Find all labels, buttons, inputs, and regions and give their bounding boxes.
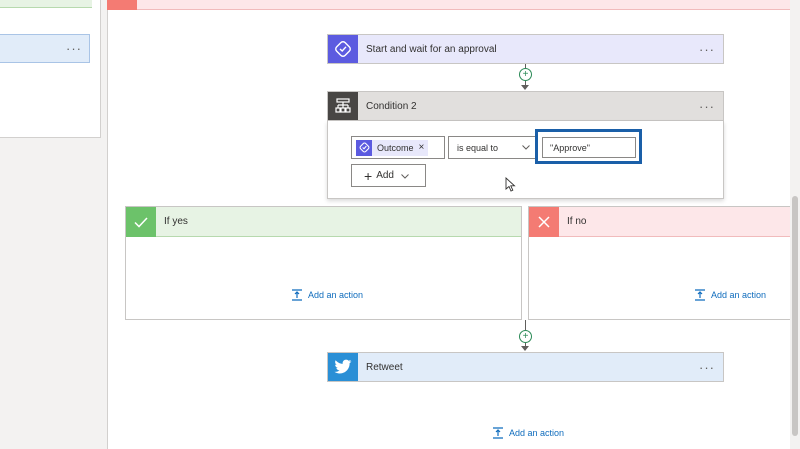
arrow-down-icon [521,346,529,351]
add-action-icon [292,289,302,301]
condition-operand-field[interactable]: Outcome × [351,136,445,159]
arrow-down-icon [521,85,529,90]
scrollbar-thumb[interactable] [792,196,798,436]
add-action-label: Add an action [509,428,565,438]
remove-token-icon[interactable]: × [419,142,425,153]
close-branch-icon [107,0,137,10]
add-condition-button[interactable]: + Add [351,164,426,187]
add-button-label: Add [376,170,394,181]
condition-card-header[interactable]: Condition 2 ··· [327,91,724,121]
more-options-icon[interactable]: ··· [699,361,715,374]
add-action-link[interactable]: Add an action [694,289,766,301]
condition-card-body [327,121,724,199]
if-no-title: If no [567,216,587,227]
add-action-link[interactable]: Add an action [291,289,363,301]
more-options-icon[interactable]: ··· [699,43,715,56]
approval-action-title: Start and wait for an approval [366,43,497,55]
approval-action-card[interactable]: Start and wait for an approval ··· [327,34,724,64]
add-action-label: Add an action [308,290,364,300]
close-icon [529,206,559,237]
more-options-icon[interactable]: ··· [699,100,715,113]
operator-value: is equal to [457,142,499,153]
token-label: Outcome [377,142,414,153]
if-yes-branch: If yes Add an action [125,206,522,320]
add-action-icon [493,427,503,439]
if-yes-title: If yes [164,216,188,227]
checkmark-icon [126,206,156,237]
chevron-down-icon [401,173,409,179]
condition-value-input[interactable] [542,137,636,158]
more-options-icon[interactable]: ··· [66,42,82,55]
add-action-label: Add an action [711,290,767,300]
left-green-header [0,0,92,8]
chevron-down-icon [522,145,530,150]
if-no-branch: If no Add an action [528,206,800,320]
outcome-token[interactable]: Outcome × [356,139,429,156]
left-action-card[interactable]: ··· [0,34,90,63]
operator-select[interactable]: is equal to [448,136,538,159]
insert-step-icon[interactable]: + [519,330,532,343]
retweet-action-card[interactable]: Retweet ··· [327,352,724,382]
retweet-action-title: Retweet [366,361,403,373]
left-panel [0,0,101,138]
if-yes-header[interactable]: If yes [126,206,521,237]
connector-line [525,320,526,330]
twitter-bird-icon [328,353,358,381]
plus-icon: + [364,167,373,184]
approval-icon [356,139,372,156]
condition-title: Condition 2 [366,100,417,112]
condition-icon [328,92,358,120]
parent-no-branch-header [107,0,800,10]
insert-step-icon[interactable]: + [519,68,532,81]
add-action-icon [695,289,705,301]
add-action-link[interactable]: Add an action [492,427,564,439]
approval-icon [328,35,358,63]
if-no-header[interactable]: If no [529,206,799,237]
mouse-cursor-icon [505,177,516,192]
